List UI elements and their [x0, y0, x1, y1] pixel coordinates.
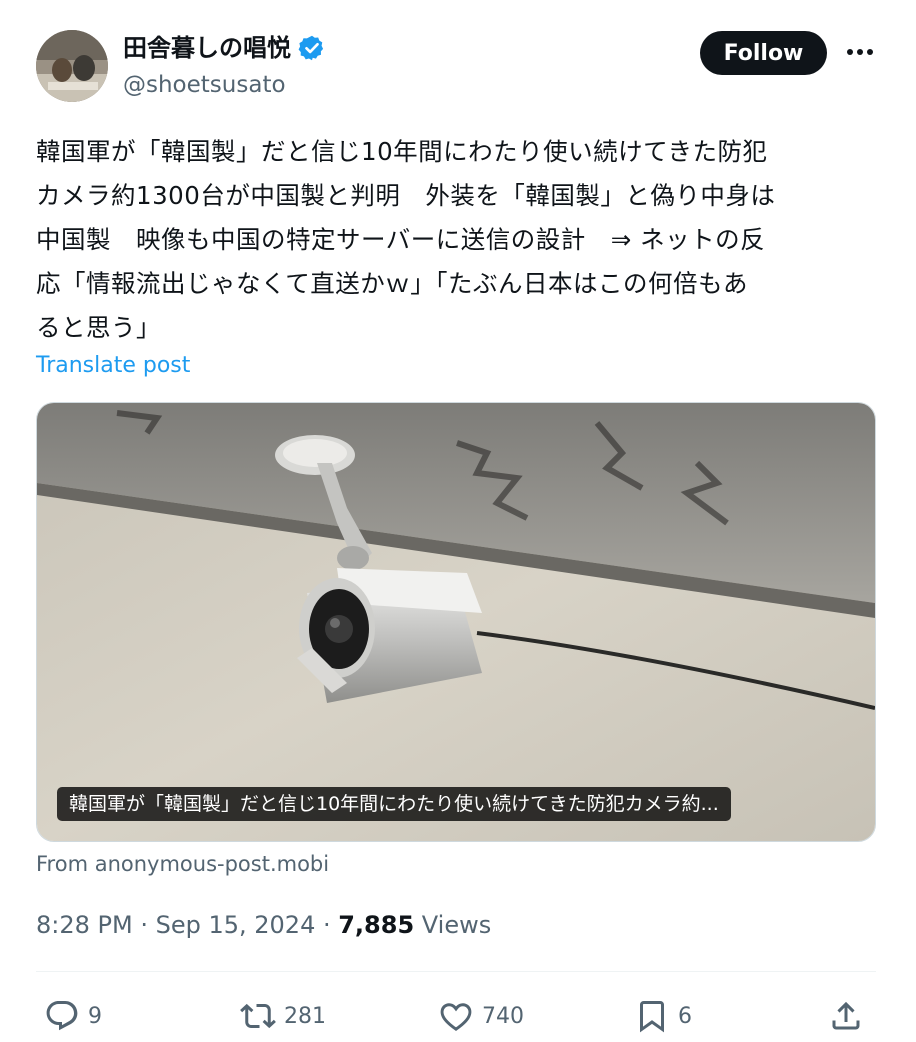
verified-badge-icon: [298, 34, 326, 62]
camera-photo: [37, 403, 875, 841]
reply-icon: [46, 1001, 78, 1031]
link-card-media[interactable]: 韓国軍が「韓国製」だと信じ10年間にわたり使い続けてきた防犯カメラ約...: [36, 402, 876, 842]
author-handle[interactable]: @shoetsusato: [123, 70, 286, 100]
post-time[interactable]: 8:28 PM: [36, 911, 133, 939]
author-display-name[interactable]: 田舎暮しの唱悦: [123, 33, 326, 63]
share-button[interactable]: [828, 994, 872, 1038]
share-icon: [832, 1001, 860, 1030]
avatar[interactable]: [36, 30, 108, 102]
bookmark-count: 6: [678, 1003, 692, 1029]
views-label: Views: [414, 911, 492, 939]
repost-button[interactable]: 281: [240, 994, 326, 1038]
bookmark-icon: [640, 1001, 664, 1033]
like-count: 740: [482, 1003, 524, 1029]
post-meta: 8:28 PM · Sep 15, 2024 · 7,885 Views: [36, 908, 491, 942]
repost-count: 281: [284, 1003, 326, 1029]
translate-post-link[interactable]: Translate post: [36, 350, 190, 382]
post-text: 韓国軍が「韓国製」だと信じ10年間にわたり使い続けてきた防犯 カメラ約1300台…: [36, 137, 776, 342]
link-source[interactable]: From anonymous-post.mobi: [36, 848, 329, 880]
repost-icon: [240, 1003, 276, 1029]
more-options-icon[interactable]: [842, 34, 878, 70]
heart-icon: [440, 1003, 472, 1031]
bookmark-button[interactable]: 6: [634, 994, 692, 1038]
meta-separator: ·: [132, 911, 156, 939]
view-count: 7,885: [338, 911, 415, 939]
reply-button[interactable]: 9: [44, 994, 102, 1038]
media-caption: 韓国軍が「韓国製」だと信じ10年間にわたり使い続けてきた防犯カメラ約...: [57, 787, 731, 821]
meta-separator: ·: [315, 911, 339, 939]
like-button[interactable]: 740: [438, 994, 524, 1038]
reply-count: 9: [88, 1003, 102, 1029]
post-date[interactable]: Sep 15, 2024: [156, 911, 316, 939]
divider: [36, 971, 876, 972]
action-bar: 9 281 740 6: [44, 994, 874, 1038]
author-name-text[interactable]: 田舎暮しの唱悦: [123, 33, 291, 63]
follow-button[interactable]: Follow: [700, 31, 827, 75]
